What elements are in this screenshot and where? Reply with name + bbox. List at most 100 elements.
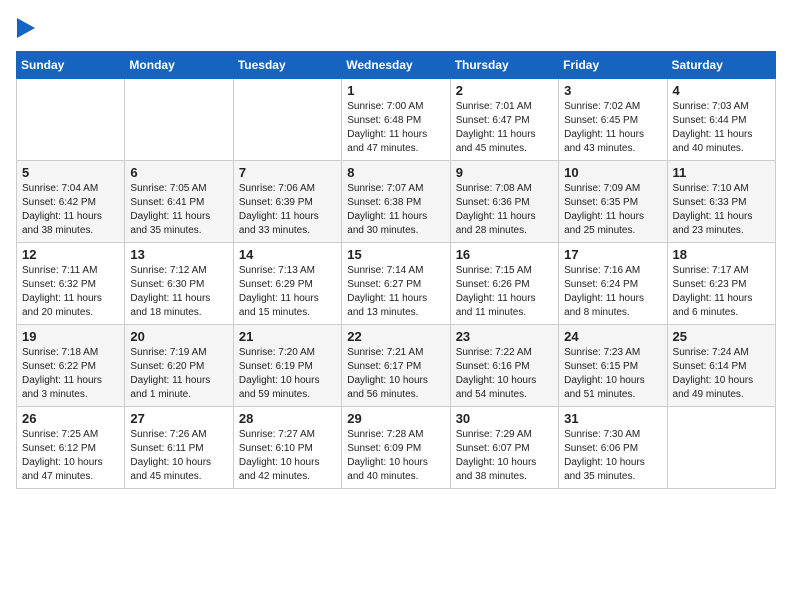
cell-info-line: Daylight: 11 hours — [22, 374, 119, 388]
calendar-cell: 3Sunrise: 7:02 AMSunset: 6:45 PMDaylight… — [559, 79, 667, 161]
cell-info-line: Daylight: 11 hours — [564, 292, 661, 306]
calendar-cell: 22Sunrise: 7:21 AMSunset: 6:17 PMDayligh… — [342, 325, 450, 407]
cell-info-line: and 33 minutes. — [239, 224, 336, 238]
calendar-cell — [125, 79, 233, 161]
day-number: 11 — [673, 165, 770, 180]
cell-info-line: Sunrise: 7:25 AM — [22, 428, 119, 442]
calendar-cell: 29Sunrise: 7:28 AMSunset: 6:09 PMDayligh… — [342, 407, 450, 489]
cell-info-line: Sunset: 6:19 PM — [239, 360, 336, 374]
calendar-cell: 18Sunrise: 7:17 AMSunset: 6:23 PMDayligh… — [667, 243, 775, 325]
calendar-cell: 16Sunrise: 7:15 AMSunset: 6:26 PMDayligh… — [450, 243, 558, 325]
day-number: 7 — [239, 165, 336, 180]
day-number: 13 — [130, 247, 227, 262]
day-number: 1 — [347, 83, 444, 98]
calendar-cell: 11Sunrise: 7:10 AMSunset: 6:33 PMDayligh… — [667, 161, 775, 243]
weekday-header-thursday: Thursday — [450, 52, 558, 79]
cell-info-line: Sunrise: 7:16 AM — [564, 264, 661, 278]
calendar-cell: 19Sunrise: 7:18 AMSunset: 6:22 PMDayligh… — [17, 325, 125, 407]
cell-info-line: Sunset: 6:39 PM — [239, 196, 336, 210]
day-number: 5 — [22, 165, 119, 180]
cell-info-line: Sunset: 6:45 PM — [564, 114, 661, 128]
cell-info-line: Daylight: 11 hours — [673, 292, 770, 306]
day-number: 25 — [673, 329, 770, 344]
cell-info-line: and 47 minutes. — [347, 142, 444, 156]
cell-info-line: and 59 minutes. — [239, 388, 336, 402]
day-number: 27 — [130, 411, 227, 426]
cell-info-line: Daylight: 10 hours — [564, 456, 661, 470]
calendar-cell: 26 Sunrise: 7:25 AMSunset: 6:12 PMDayligh… — [17, 407, 125, 489]
day-number: 16 — [456, 247, 553, 262]
cell-info-line: Sunset: 6:47 PM — [456, 114, 553, 128]
logo-flag-icon — [17, 18, 35, 43]
day-number: 17 — [564, 247, 661, 262]
day-number: 14 — [239, 247, 336, 262]
calendar-cell: 13Sunrise: 7:12 AMSunset: 6:30 PMDayligh… — [125, 243, 233, 325]
cell-info-line: Sunset: 6:10 PM — [239, 442, 336, 456]
cell-info-line: and 18 minutes. — [130, 306, 227, 320]
calendar-cell: 24Sunrise: 7:23 AMSunset: 6:15 PMDayligh… — [559, 325, 667, 407]
cell-info-line: Sunset: 6:36 PM — [456, 196, 553, 210]
cell-info-line: Sunset: 6:32 PM — [22, 278, 119, 292]
cell-info-line: Sunrise: 7:12 AM — [130, 264, 227, 278]
cell-info-line: Sunrise: 7:22 AM — [456, 346, 553, 360]
cell-info-line: and 25 minutes. — [564, 224, 661, 238]
cell-info-line: Sunset: 6:15 PM — [564, 360, 661, 374]
cell-info-line: and 11 minutes. — [456, 306, 553, 320]
cell-info-line: Sunrise: 7:28 AM — [347, 428, 444, 442]
calendar-cell: 2Sunrise: 7:01 AMSunset: 6:47 PMDaylight… — [450, 79, 558, 161]
cell-info-line: and 47 minutes. — [22, 470, 119, 484]
cell-info-line: Daylight: 11 hours — [347, 210, 444, 224]
calendar-cell — [667, 407, 775, 489]
cell-info-line: and 38 minutes. — [22, 224, 119, 238]
cell-info-line: Daylight: 11 hours — [130, 292, 227, 306]
cell-info-line: and 56 minutes. — [347, 388, 444, 402]
day-number: 29 — [347, 411, 444, 426]
cell-info-line: and 42 minutes. — [239, 470, 336, 484]
cell-info-line: Sunset: 6:12 PM — [22, 442, 119, 456]
day-number: 26 — [22, 411, 119, 426]
cell-info-line: Daylight: 10 hours — [239, 374, 336, 388]
cell-info-line: Daylight: 10 hours — [22, 456, 119, 470]
cell-info-line: Sunset: 6:33 PM — [673, 196, 770, 210]
cell-info-line: and 8 minutes. — [564, 306, 661, 320]
cell-info-line: Daylight: 11 hours — [347, 292, 444, 306]
day-number: 23 — [456, 329, 553, 344]
cell-info-line: Daylight: 10 hours — [347, 456, 444, 470]
calendar-cell: 1Sunrise: 7:00 AMSunset: 6:48 PMDaylight… — [342, 79, 450, 161]
calendar-cell: 25Sunrise: 7:24 AMSunset: 6:14 PMDayligh… — [667, 325, 775, 407]
cell-info-line: Sunset: 6:38 PM — [347, 196, 444, 210]
cell-info-line: Sunset: 6:41 PM — [130, 196, 227, 210]
logo — [16, 16, 35, 39]
day-number: 9 — [456, 165, 553, 180]
cell-info-line: Sunset: 6:42 PM — [22, 196, 119, 210]
cell-info-line: Sunset: 6:14 PM — [673, 360, 770, 374]
cell-info-line: Daylight: 11 hours — [22, 210, 119, 224]
cell-info-line: Sunset: 6:20 PM — [130, 360, 227, 374]
calendar-cell: 9Sunrise: 7:08 AMSunset: 6:36 PMDaylight… — [450, 161, 558, 243]
cell-info-line: Daylight: 11 hours — [456, 210, 553, 224]
cell-info-line: Sunrise: 7:13 AM — [239, 264, 336, 278]
calendar-cell: 14Sunrise: 7:13 AMSunset: 6:29 PMDayligh… — [233, 243, 341, 325]
cell-info-line: Daylight: 11 hours — [564, 210, 661, 224]
weekday-header-friday: Friday — [559, 52, 667, 79]
cell-info-line: Daylight: 10 hours — [456, 456, 553, 470]
cell-info-line: Sunrise: 7:18 AM — [22, 346, 119, 360]
day-number: 3 — [564, 83, 661, 98]
calendar-cell: 31Sunrise: 7:30 AMSunset: 6:06 PMDayligh… — [559, 407, 667, 489]
day-number: 20 — [130, 329, 227, 344]
cell-info-line: Daylight: 10 hours — [673, 374, 770, 388]
cell-info-line: and 3 minutes. — [22, 388, 119, 402]
cell-info-line: and 40 minutes. — [673, 142, 770, 156]
weekday-header-saturday: Saturday — [667, 52, 775, 79]
cell-info-line: Sunrise: 7:30 AM — [564, 428, 661, 442]
day-number: 6 — [130, 165, 227, 180]
cell-info-line: Sunrise: 7:27 AM — [239, 428, 336, 442]
cell-info-line: and 13 minutes. — [347, 306, 444, 320]
cell-info-line: Daylight: 11 hours — [456, 292, 553, 306]
calendar-cell — [233, 79, 341, 161]
day-number: 2 — [456, 83, 553, 98]
cell-info-line: Daylight: 11 hours — [239, 292, 336, 306]
calendar-cell: 21Sunrise: 7:20 AMSunset: 6:19 PMDayligh… — [233, 325, 341, 407]
weekday-header-monday: Monday — [125, 52, 233, 79]
day-number: 4 — [673, 83, 770, 98]
